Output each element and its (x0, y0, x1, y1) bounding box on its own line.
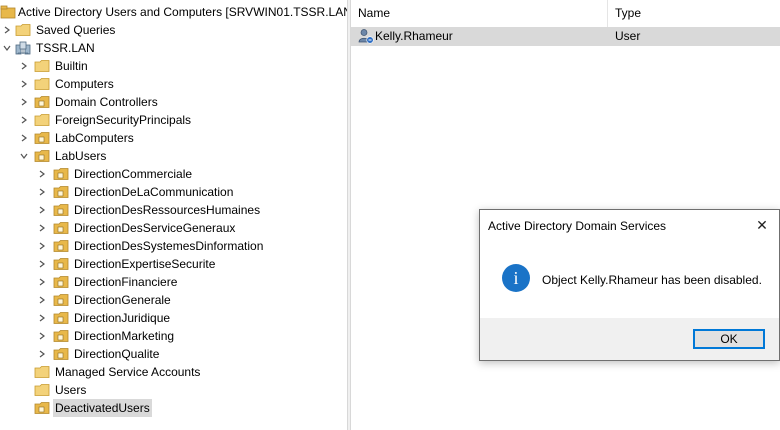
tree-item-label: Managed Service Accounts (55, 365, 201, 379)
ou-icon (53, 312, 69, 324)
chevron-right-icon[interactable] (36, 201, 48, 219)
ou-icon (34, 96, 50, 108)
chevron-right-icon[interactable] (1, 21, 13, 39)
tree-item-label: Domain Controllers (55, 95, 158, 109)
chevron-right-icon[interactable] (36, 345, 48, 363)
ou-icon (53, 222, 69, 234)
svg-text:i: i (513, 268, 518, 288)
tree-item-label: Users (55, 383, 87, 397)
domain-icon (15, 41, 31, 55)
info-icon: i (502, 264, 530, 292)
ou-icon (53, 348, 69, 360)
dialog-footer: OK (480, 318, 779, 360)
tree-item-label: DirectionDesRessourcesHumaines (74, 203, 261, 217)
ok-button-label: OK (720, 332, 738, 346)
folder-icon (34, 78, 50, 90)
tree-item-label: TSSR.LAN (36, 41, 95, 55)
chevron-right-icon[interactable] (18, 111, 30, 129)
list-row[interactable]: Kelly.Rhameur User (351, 27, 780, 46)
user-icon (358, 29, 374, 44)
ou-icon (34, 150, 50, 162)
tree-item-label: DirectionFinanciere (74, 275, 178, 289)
chevron-right-icon[interactable] (36, 327, 48, 345)
folder-icon (34, 366, 50, 378)
tree-item-label: Computers (55, 77, 114, 91)
tree-item-label: DirectionQualite (74, 347, 160, 361)
chevron-right-icon[interactable] (36, 309, 48, 327)
list-header: Name Type (351, 0, 780, 28)
tree-item-label: LabUsers (55, 149, 107, 163)
tree-item-label: DeactivatedUsers (53, 399, 152, 417)
cell-name: Kelly.Rhameur (375, 29, 453, 43)
folder-icon (15, 24, 31, 36)
chevron-right-icon[interactable] (36, 255, 48, 273)
tree-item-label: DirectionDesServiceGeneraux (74, 221, 236, 235)
chevron-right-icon[interactable] (36, 237, 48, 255)
tree-item-label: LabComputers (55, 131, 134, 145)
ou-icon (53, 168, 69, 180)
ou-icon (53, 276, 69, 288)
tree-item-label: Saved Queries (36, 23, 116, 37)
chevron-right-icon[interactable] (36, 165, 48, 183)
ou-icon (53, 186, 69, 198)
cell-type: User (615, 29, 641, 43)
tree-item-label: DirectionDesSystemesDinformation (74, 239, 264, 253)
chevron-right-icon[interactable] (18, 57, 30, 75)
chevron-right-icon[interactable] (36, 219, 48, 237)
chevron-right-icon[interactable] (36, 273, 48, 291)
tree-item-label: DirectionCommerciale (74, 167, 193, 181)
chevron-right-icon[interactable] (18, 129, 30, 147)
folder-icon (34, 384, 50, 396)
ou-icon (34, 402, 50, 414)
column-header-name[interactable]: Name (351, 0, 608, 27)
chevron-right-icon[interactable] (36, 183, 48, 201)
chevron-down-icon[interactable] (1, 39, 13, 57)
ou-icon (53, 204, 69, 216)
tree-item-label: ForeignSecurityPrincipals (55, 113, 192, 127)
tree-item-label: Builtin (55, 59, 88, 73)
close-icon: ✕ (756, 216, 768, 233)
console-tree[interactable]: Active Directory Users and Computers [SR… (0, 0, 347, 430)
folder-icon (34, 60, 50, 72)
tree-item-label: DirectionDeLaCommunication (74, 185, 234, 199)
ou-icon (53, 294, 69, 306)
chevron-right-icon[interactable] (18, 75, 30, 93)
tree-item-label: DirectionJuridique (74, 311, 171, 325)
ou-icon (53, 258, 69, 270)
tree-item-label: DirectionExpertiseSecurite (74, 257, 216, 271)
aduc-console-icon (0, 5, 16, 19)
folder-icon (34, 114, 50, 126)
dialog-message: Object Kelly.Rhameur has been disabled. (542, 273, 762, 287)
dialog-title: Active Directory Domain Services (488, 219, 667, 233)
tree-item-label: DirectionMarketing (74, 329, 175, 343)
column-header-type[interactable]: Type (608, 0, 780, 27)
ou-icon (53, 240, 69, 252)
tree-item-label: DirectionGenerale (74, 293, 171, 307)
chevron-right-icon[interactable] (18, 93, 30, 111)
tree-root-label: Active Directory Users and Computers [SR… (18, 5, 347, 19)
chevron-down-icon[interactable] (18, 147, 30, 165)
chevron-right-icon[interactable] (36, 291, 48, 309)
message-dialog: Active Directory Domain Services ✕ i Obj… (479, 209, 780, 361)
ou-icon (34, 132, 50, 144)
close-button[interactable]: ✕ (745, 210, 779, 240)
ok-button[interactable]: OK (693, 329, 765, 349)
ou-icon (53, 330, 69, 342)
